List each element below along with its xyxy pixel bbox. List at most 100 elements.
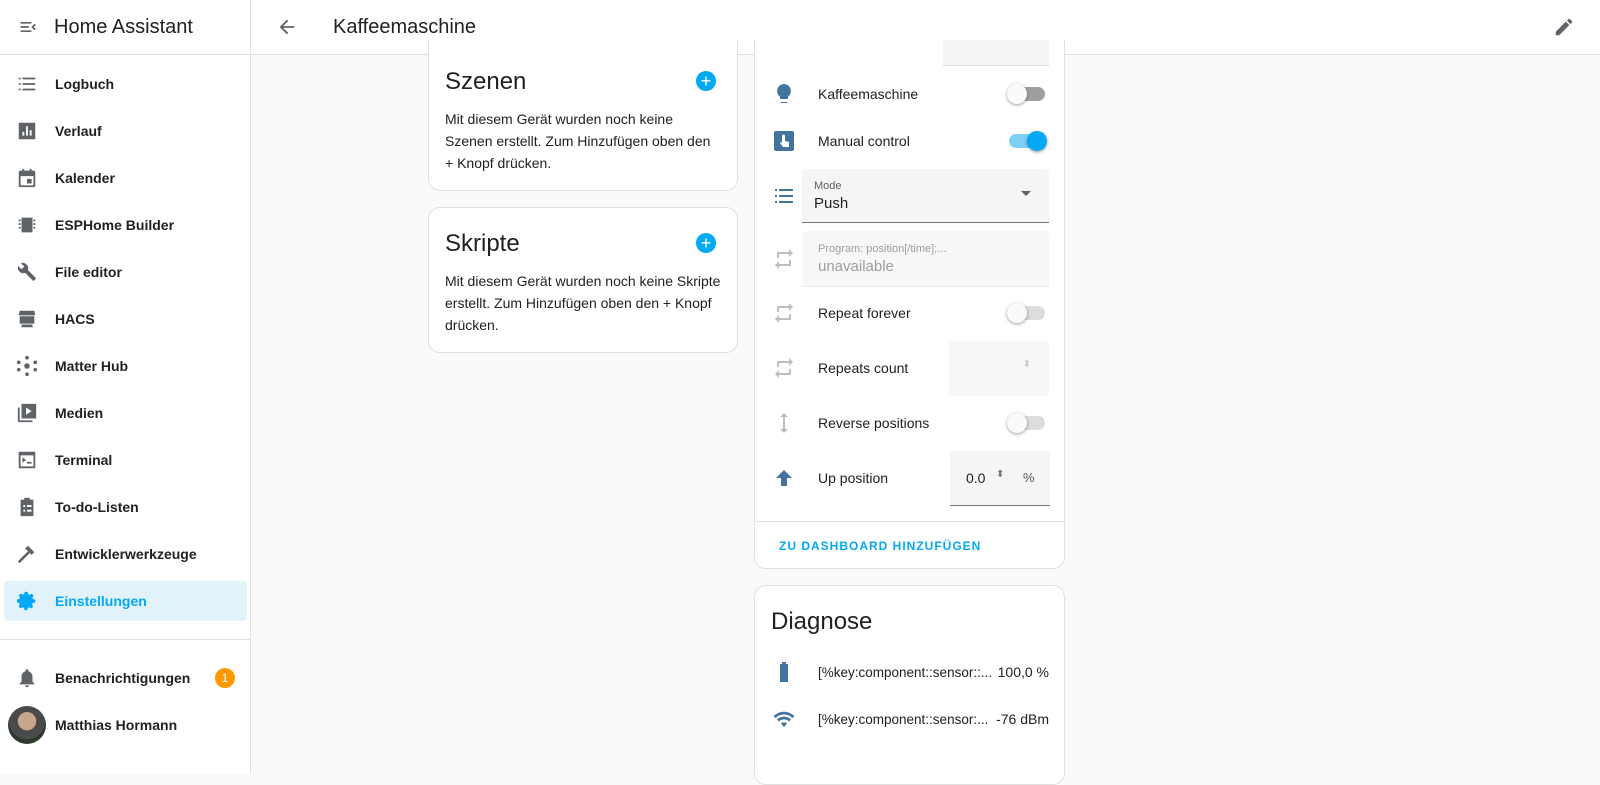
scripts-title: Skripte (445, 230, 520, 257)
chart-icon (18, 122, 36, 140)
program-value: unavailable (818, 258, 894, 275)
switch-label: Repeat forever (818, 305, 911, 321)
sidebar-item-label: HACS (55, 311, 95, 327)
hammer-icon (17, 545, 35, 564)
repeat-icon (775, 303, 793, 323)
diagnose-label: [%key:component::sensor:... (818, 711, 989, 727)
mode-select[interactable]: Mode Push (802, 169, 1049, 223)
user-item[interactable]: Matthias Hormann (4, 705, 247, 745)
program-label: Program: position[/time];... (818, 243, 947, 255)
battery-icon (780, 662, 788, 682)
sidebar: Home Assistant Logbuch Verlauf Kalender ESP… (0, 0, 251, 774)
sidebar-item-to-do-listen[interactable]: To-do-Listen (4, 487, 247, 527)
sidebar-item-label: Entwicklerwerkzeuge (55, 546, 197, 562)
number-label: Up position (818, 470, 889, 486)
list-icon (18, 77, 36, 91)
up-position-value: 0.0 (966, 470, 986, 486)
terminal-icon (18, 451, 36, 469)
arrow-up-icon (776, 470, 792, 486)
scenes-title: Szenen (445, 68, 527, 95)
up-position-unit: % (1023, 470, 1035, 485)
back-arrow-icon[interactable] (276, 16, 298, 38)
program-input: Program: position[/time];... unavailable (802, 231, 1049, 287)
repeat-forever-toggle[interactable] (1007, 303, 1045, 323)
kaffeemaschine-toggle[interactable] (1007, 84, 1045, 104)
menu-icon[interactable] (18, 17, 38, 37)
diagnose-row-battery[interactable]: [%key:component::sensor::... 100,0 % (755, 648, 1065, 696)
scripts-text: Mit diesem Gerät wurden noch keine Skrip… (445, 273, 721, 333)
number-label: Repeats count (818, 360, 909, 376)
sidebar-item-einstellungen[interactable]: Einstellungen (4, 581, 247, 621)
sidebar-item-matter-hub[interactable]: Matter Hub (4, 346, 247, 386)
partial-field[interactable] (943, 40, 1049, 66)
switch-row-reverse-positions: Reverse positions (755, 399, 1065, 447)
edit-pencil-icon[interactable] (1553, 16, 1575, 38)
diagnose-title: Diagnose (771, 608, 873, 635)
gear-icon (16, 591, 36, 611)
repeat-icon (775, 249, 793, 269)
number-row-up-position: Up position 0.0 ⬍ % (755, 451, 1065, 506)
stepper-icon[interactable]: ⬍ (996, 469, 1004, 480)
scenes-text: Mit diesem Gerät wurden noch keine Szene… (445, 111, 711, 171)
user-name: Matthias Hormann (55, 717, 178, 733)
sidebar-item-label: Terminal (55, 452, 113, 468)
sidebar-item-label: Logbuch (55, 76, 115, 92)
scenes-card: Szenen + Mit diesem Gerät wurden noch ke… (428, 40, 738, 191)
hub-icon (16, 355, 38, 377)
sidebar-item-medien[interactable]: Medien (4, 393, 247, 433)
repeats-count-input: ⬍ (949, 341, 1049, 396)
sidebar-item-label: Verlauf (55, 123, 102, 139)
sidebar-item-verlauf[interactable]: Verlauf (4, 111, 247, 151)
sidebar-item-terminal[interactable]: Terminal (4, 440, 247, 480)
stepper-icon: ⬍ (1022, 359, 1031, 370)
notifications-item[interactable]: Benachrichtigungen 1 (4, 658, 247, 698)
notifications-label: Benachrichtigungen (55, 670, 191, 686)
page-title: Kaffeemaschine (333, 15, 477, 38)
touch-icon (774, 131, 794, 151)
add-to-dashboard-button[interactable]: ZU DASHBOARD HINZUFÜGEN (779, 539, 981, 553)
sidebar-item-entwicklerwerkzeuge[interactable]: Entwicklerwerkzeuge (4, 534, 247, 574)
sidebar-item-file-editor[interactable]: File editor (4, 252, 247, 292)
sidebar-item-logbuch[interactable]: Logbuch (4, 64, 247, 104)
sidebar-item-kalender[interactable]: Kalender (4, 158, 247, 198)
switch-label: Reverse positions (818, 415, 930, 431)
number-row-repeats-count: Repeats count ⬍ (755, 341, 1065, 396)
avatar (8, 706, 46, 744)
hacs-icon (18, 310, 36, 328)
wrench-icon (17, 262, 37, 282)
add-scene-button[interactable]: + (696, 71, 716, 91)
dropdown-arrow-icon (1021, 191, 1031, 201)
switch-label: Manual control (818, 133, 910, 149)
sidebar-header: Home Assistant (0, 0, 250, 55)
lightbulb-icon (777, 84, 791, 103)
diagnose-value: 100,0 % (997, 664, 1049, 680)
scripts-card: Skripte + Mit diesem Gerät wurden noch k… (428, 207, 738, 353)
divider (755, 521, 1064, 522)
sidebar-item-label: Einstellungen (55, 593, 147, 609)
diagnose-card: Diagnose [%key:component::sensor::... 10… (754, 585, 1065, 785)
repeat-icon (775, 358, 793, 378)
sidebar-item-label: To-do-Listen (55, 499, 139, 515)
up-position-input[interactable]: 0.0 ⬍ % (950, 451, 1050, 506)
switch-row-manual-control: Manual control (755, 117, 1065, 165)
manual-control-toggle[interactable] (1009, 131, 1047, 151)
list-icon (775, 189, 793, 203)
switch-label: Kaffeemaschine (818, 86, 919, 102)
sidebar-item-hacs[interactable]: HACS (4, 299, 247, 339)
reverse-positions-toggle[interactable] (1007, 413, 1045, 433)
sidebar-item-label: ESPHome Builder (55, 217, 175, 233)
calendar-icon (18, 168, 36, 188)
clipboard-icon (20, 497, 34, 517)
sidebar-item-label: File editor (55, 264, 122, 280)
mode-label: Mode (814, 180, 842, 192)
swap-vertical-icon (780, 413, 788, 433)
sidebar-item-esphome-builder[interactable]: ESPHome Builder (4, 205, 247, 245)
switch-row-repeat-forever: Repeat forever (755, 289, 1065, 337)
chip-icon (18, 217, 36, 233)
app-title: Home Assistant (54, 15, 193, 38)
wifi-icon (773, 711, 795, 727)
bell-icon (19, 669, 35, 688)
media-icon (17, 403, 37, 423)
diagnose-row-wifi[interactable]: [%key:component::sensor:... -76 dBm (755, 695, 1065, 743)
add-script-button[interactable]: + (696, 233, 716, 253)
